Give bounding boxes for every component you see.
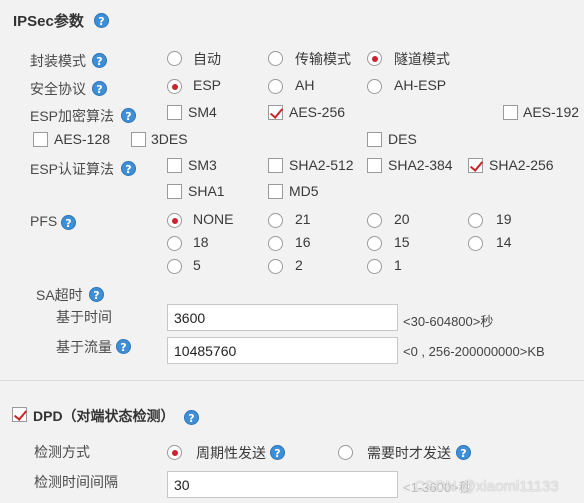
pfs-21-radio[interactable] (268, 213, 283, 228)
enc-aes128-checkbox[interactable] (33, 132, 48, 147)
auth-sha1-checkbox[interactable] (167, 184, 182, 199)
dpd-periodic-label: 周期性发送 (196, 445, 266, 461)
section-divider (0, 380, 584, 381)
pfs-20-radio[interactable] (367, 213, 382, 228)
time-based-input[interactable]: 3600 (167, 304, 398, 331)
help-icon[interactable]: ? (61, 215, 76, 230)
traffic-based-label: 基于流量 (56, 339, 112, 355)
pfs-19-label: 19 (496, 211, 512, 227)
encap-mode-label: 封装模式 (30, 53, 86, 69)
detect-mode-label: 检测方式 (34, 444, 90, 460)
protocol-ah-esp-radio[interactable] (367, 79, 382, 94)
pfs-1-radio[interactable] (367, 259, 382, 274)
help-icon[interactable]: ? (184, 410, 199, 425)
auth-sha2-384-label: SHA2-384 (388, 157, 453, 173)
pfs-14-label: 14 (496, 234, 512, 250)
auth-sha2-384-checkbox[interactable] (367, 158, 382, 173)
help-icon[interactable]: ? (92, 53, 107, 68)
pfs-label: PFS (30, 213, 58, 229)
help-icon[interactable]: ? (94, 13, 109, 28)
auth-sha1-label: SHA1 (188, 183, 225, 199)
time-based-hint: <30-604800>秒 (403, 314, 494, 329)
pfs-2-label: 2 (295, 257, 303, 273)
pfs-1-label: 1 (394, 257, 402, 273)
help-icon[interactable]: ? (89, 287, 104, 302)
pfs-16-radio[interactable] (268, 236, 283, 251)
encap-tunnel-radio[interactable] (367, 51, 382, 66)
enc-aes192-checkbox[interactable] (503, 105, 518, 120)
traffic-based-input[interactable]: 10485760 (167, 337, 398, 364)
protocol-ah-esp-label: AH-ESP (394, 77, 447, 93)
pfs-none-label: NONE (193, 211, 234, 227)
pfs-20-label: 20 (394, 211, 410, 227)
help-icon[interactable]: ? (270, 445, 285, 460)
time-based-label: 基于时间 (56, 309, 112, 325)
enc-sm4-checkbox[interactable] (167, 105, 182, 120)
dpd-periodic-radio[interactable] (167, 445, 182, 460)
encap-auto-label: 自动 (193, 51, 221, 67)
help-icon[interactable]: ? (121, 108, 136, 123)
pfs-16-label: 16 (295, 234, 311, 250)
pfs-19-radio[interactable] (468, 213, 483, 228)
enc-3des-label: 3DES (151, 131, 188, 147)
sa-timeout-label: SA超时 (36, 287, 83, 303)
help-icon[interactable]: ? (92, 81, 107, 96)
pfs-15-radio[interactable] (367, 236, 382, 251)
pfs-none-radio[interactable] (167, 213, 182, 228)
pfs-5-radio[interactable] (167, 259, 182, 274)
pfs-5-label: 5 (193, 257, 201, 273)
enc-aes192-label: AES-192 (523, 104, 580, 120)
protocol-ah-radio[interactable] (268, 79, 283, 94)
auth-sha2-512-label: SHA2-512 (289, 157, 354, 173)
dpd-enable-checkbox[interactable] (12, 407, 27, 422)
auth-sha2-256-checkbox[interactable] (468, 158, 483, 173)
auth-sha2-256-label: SHA2-256 (489, 157, 554, 173)
auth-sm3-checkbox[interactable] (167, 158, 182, 173)
dpd-on-demand-radio[interactable] (338, 445, 353, 460)
enc-sm4-label: SM4 (188, 104, 217, 120)
esp-auth-label: ESP认证算法 (30, 161, 115, 177)
protocol-esp-label: ESP (193, 77, 222, 93)
protocol-label: 安全协议 (30, 81, 86, 97)
auth-md5-label: MD5 (289, 183, 319, 199)
pfs-15-label: 15 (394, 234, 410, 250)
ipsec-section-title: IPSec参数 (13, 13, 84, 30)
enc-aes256-checkbox[interactable] (268, 105, 283, 120)
auth-sha2-512-checkbox[interactable] (268, 158, 283, 173)
dpd-section-title: DPD（对端状态检测） (33, 408, 175, 424)
encap-transport-label: 传输模式 (295, 51, 351, 67)
help-icon[interactable]: ? (456, 445, 471, 460)
dpd-on-demand-label: 需要时才发送 (367, 445, 451, 461)
encap-transport-radio[interactable] (268, 51, 283, 66)
traffic-based-hint: <0 , 256-200000000>KB (403, 344, 545, 359)
encap-tunnel-label: 隧道模式 (394, 51, 450, 67)
pfs-2-radio[interactable] (268, 259, 283, 274)
enc-3des-checkbox[interactable] (131, 132, 146, 147)
protocol-ah-label: AH (295, 77, 315, 93)
enc-des-checkbox[interactable] (367, 132, 382, 147)
auth-md5-checkbox[interactable] (268, 184, 283, 199)
detect-interval-input[interactable]: 30 (167, 471, 398, 498)
enc-aes256-label: AES-256 (289, 104, 346, 120)
pfs-21-label: 21 (295, 211, 311, 227)
enc-aes128-label: AES-128 (54, 131, 111, 147)
auth-sm3-label: SM3 (188, 157, 217, 173)
encap-auto-radio[interactable] (167, 51, 182, 66)
help-icon[interactable]: ? (121, 161, 136, 176)
pfs-14-radio[interactable] (468, 236, 483, 251)
pfs-18-label: 18 (193, 234, 209, 250)
help-icon[interactable]: ? (116, 339, 131, 354)
pfs-18-radio[interactable] (167, 236, 182, 251)
watermark: CSDN @xiaomi11133 (414, 478, 559, 495)
esp-encryption-label: ESP加密算法 (30, 108, 115, 124)
enc-des-label: DES (388, 131, 417, 147)
detect-interval-label: 检测时间间隔 (34, 474, 118, 490)
protocol-esp-radio[interactable] (167, 79, 182, 94)
